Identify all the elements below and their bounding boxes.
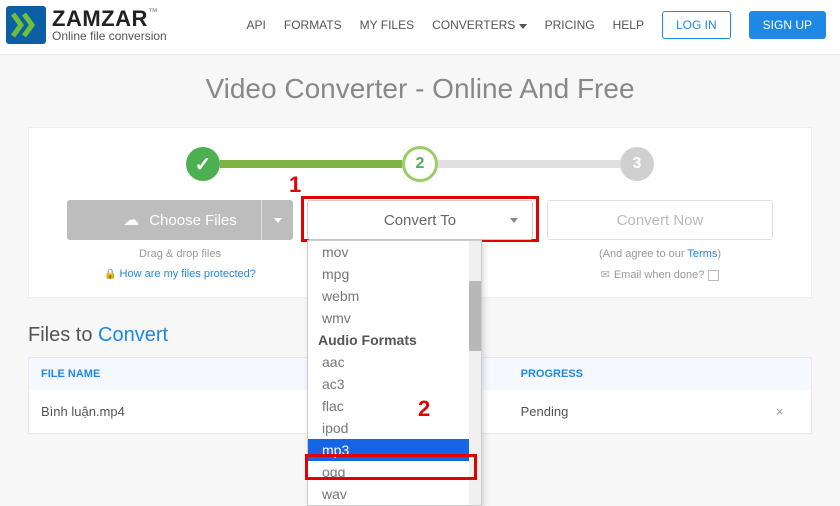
- terms-link[interactable]: Terms: [687, 248, 717, 260]
- format-option-mpg[interactable]: mpg: [308, 263, 481, 285]
- col-progress: PROGRESS: [509, 358, 749, 390]
- convert-now-col: Convert Now (And agree to our Terms) ✉Em…: [547, 200, 773, 281]
- brand-name: ZAMZAR: [52, 6, 148, 31]
- files-protected-link[interactable]: 🔒How are my files protected?: [67, 268, 293, 280]
- format-dropdown: mov mpg webm wmv Audio Formats aac ac3 f…: [307, 240, 482, 506]
- nav-links: API FORMATS MY FILES CONVERTERS PRICING …: [247, 11, 826, 39]
- format-option-ogg[interactable]: ogg: [308, 461, 481, 483]
- choose-files-col: ☁ Choose Files Drag & drop files 🔒How ar…: [67, 200, 293, 281]
- choose-files-dropdown-toggle[interactable]: [261, 200, 293, 240]
- convert-now-label: Convert Now: [617, 212, 704, 229]
- choose-files-label: Choose Files: [149, 212, 237, 229]
- cell-progress: Pending: [509, 390, 749, 433]
- trademark: ™: [148, 7, 158, 18]
- format-option-flac[interactable]: flac: [308, 395, 481, 417]
- brand-text: ZAMZAR™ Online file conversion: [52, 8, 167, 42]
- scrollbar-thumb[interactable]: [469, 281, 481, 351]
- remove-file-button[interactable]: ×: [748, 390, 811, 433]
- lock-icon: 🔒: [104, 269, 116, 280]
- email-checkbox[interactable]: [708, 270, 719, 281]
- logo-icon: [6, 6, 46, 44]
- convert-now-button[interactable]: Convert Now: [547, 200, 773, 240]
- chevron-down-icon: [274, 218, 282, 223]
- nav-formats[interactable]: FORMATS: [284, 18, 342, 32]
- format-option-mov[interactable]: mov: [308, 241, 481, 263]
- convert-to-label: Convert To: [384, 212, 456, 229]
- format-option-wav[interactable]: wav: [308, 483, 481, 505]
- chevron-down-icon: [519, 24, 527, 29]
- check-icon: ✓: [195, 152, 212, 177]
- format-option-ac3[interactable]: ac3: [308, 373, 481, 395]
- login-button[interactable]: LOG IN: [662, 11, 731, 39]
- annotation-2: 2: [418, 396, 430, 422]
- nav-help[interactable]: HELP: [613, 18, 644, 32]
- nav-converters[interactable]: CONVERTERS: [432, 18, 526, 32]
- step-2: 2: [402, 146, 438, 182]
- step-indicator: ✓ 2 3: [39, 146, 801, 182]
- annotation-1: 1: [289, 172, 301, 198]
- chevron-down-icon: [510, 218, 518, 223]
- nav-myfiles[interactable]: MY FILES: [360, 18, 414, 32]
- nav-pricing[interactable]: PRICING: [545, 18, 595, 32]
- nav-api[interactable]: API: [247, 18, 266, 32]
- conversion-panel: ✓ 2 3 ☁ Choose Files Drag & drop files 🔒…: [28, 127, 812, 298]
- convert-to-button[interactable]: Convert To: [307, 200, 533, 240]
- signup-button[interactable]: SIGN UP: [749, 11, 826, 39]
- format-option-aac[interactable]: aac: [308, 351, 481, 373]
- format-option-ipod[interactable]: ipod: [308, 417, 481, 439]
- upload-icon: ☁: [123, 210, 139, 230]
- format-option-wmv[interactable]: wmv: [308, 307, 481, 329]
- step-1: ✓: [186, 147, 220, 181]
- terms-note: (And agree to our Terms): [547, 248, 773, 260]
- top-nav: ZAMZAR™ Online file conversion API FORMA…: [0, 0, 840, 55]
- format-group-audio: Audio Formats: [308, 329, 481, 351]
- format-option-webm[interactable]: webm: [308, 285, 481, 307]
- choose-files-button[interactable]: ☁ Choose Files: [67, 200, 293, 240]
- progress-bar-1: [220, 160, 402, 168]
- format-option-mp3[interactable]: mp3: [308, 439, 481, 461]
- email-when-done[interactable]: ✉Email when done?: [547, 268, 773, 281]
- mail-icon: ✉: [601, 269, 610, 281]
- brand-tagline: Online file conversion: [52, 30, 167, 42]
- col-remove: [748, 358, 811, 390]
- drag-drop-hint: Drag & drop files: [67, 248, 293, 260]
- page-title: Video Converter - Online And Free: [0, 73, 840, 105]
- step-3: 3: [620, 147, 654, 181]
- logo[interactable]: ZAMZAR™ Online file conversion: [6, 6, 167, 44]
- progress-bar-2: [438, 160, 620, 168]
- convert-to-col: 1 Convert To mov mpg webm wmv Audio Form…: [307, 200, 533, 281]
